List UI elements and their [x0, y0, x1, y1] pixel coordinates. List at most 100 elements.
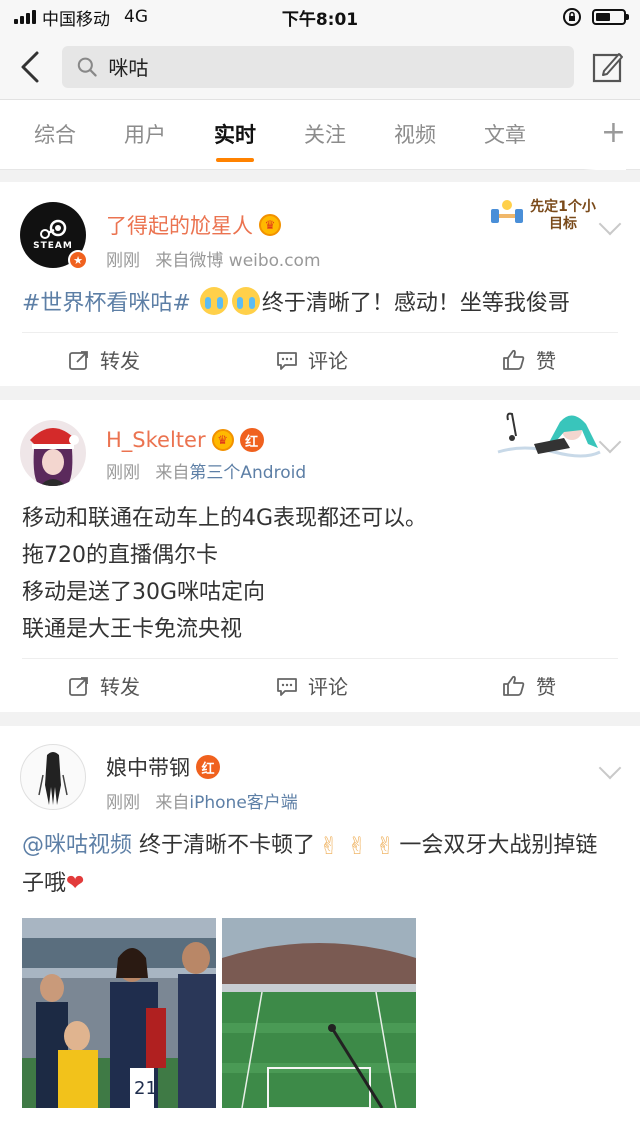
post-card: 娘中带钢 红 刚刚 来自iPhone客户端 @咪咕视频 终于清晰不卡顿了 ✌ ✌ ✌ 一… — [0, 726, 640, 1137]
crying-emoji-icon — [199, 287, 228, 315]
miku-sticker-icon — [497, 412, 601, 458]
victory-hand-icon: ✌ — [319, 832, 340, 860]
post-time: 刚刚 — [106, 251, 140, 271]
hashtag-link[interactable]: #世界杯看咪咕# — [22, 291, 191, 316]
comment-button[interactable]: 评论 — [231, 333, 394, 386]
repost-button[interactable]: 转发 — [22, 659, 231, 712]
search-input[interactable] — [108, 54, 560, 79]
post-card: H_Skelter ♛ 红 刚刚 来自第三个Android 移动和联通在动车上的… — [0, 400, 640, 712]
comment-label: 评论 — [308, 675, 348, 699]
repost-icon — [69, 676, 88, 696]
name-line: H_Skelter ♛ 红 — [106, 428, 306, 452]
back-button[interactable] — [12, 47, 48, 87]
user-name[interactable]: 娘中带钢 — [106, 752, 190, 782]
tab-users[interactable]: 用户 — [100, 100, 190, 170]
repost-label: 转发 — [100, 349, 140, 373]
avatar[interactable] — [20, 744, 86, 810]
post-meta: H_Skelter ♛ 红 刚刚 来自第三个Android — [106, 420, 306, 486]
battery-icon — [592, 9, 629, 25]
post-card: STEAM ★ 了得起的尬星人 ♛ 刚刚 来自微博 weibo.com 先定1个… — [0, 182, 640, 386]
status-bar: 中国移动 4G 下午8:01 — [0, 0, 640, 34]
source-link[interactable]: 第三个Android — [189, 463, 306, 483]
post-photo-stadium[interactable] — [222, 918, 416, 1108]
post-photo-players[interactable]: 21 — [22, 918, 216, 1108]
mention-link[interactable]: @咪咕视频 — [22, 833, 132, 858]
like-button[interactable]: 赞 — [393, 333, 618, 386]
post-actions: 转发 评论 赞 — [22, 658, 618, 712]
sticker-text: 先定1个小目标 — [530, 199, 596, 232]
status-right — [562, 7, 629, 27]
source-link[interactable]: iPhone客户端 — [189, 793, 297, 813]
post-header: 娘中带钢 红 刚刚 来自iPhone客户端 — [0, 726, 640, 813]
tab-video[interactable]: 视频 — [370, 100, 460, 170]
comment-icon — [277, 677, 297, 696]
post-source: 刚刚 来自微博 weibo.com — [106, 246, 321, 271]
like-label: 赞 — [536, 675, 557, 699]
thumbs-up-icon — [503, 349, 525, 370]
card-sticker — [494, 408, 604, 460]
heart-icon: ❤ — [66, 871, 85, 896]
signal-icon — [14, 10, 36, 24]
red-badge-icon: 红 — [196, 755, 220, 779]
avatar[interactable] — [20, 420, 86, 486]
like-button[interactable]: 赞 — [393, 659, 618, 712]
crown-badge-icon: ♛ — [259, 214, 281, 236]
stadium-photo-image — [222, 918, 416, 1108]
source-prefix: 来自 — [155, 463, 190, 483]
avatar-text: STEAM — [33, 241, 73, 251]
thumbs-up-icon — [503, 675, 525, 696]
card-sticker: 先定1个小目标 — [488, 190, 600, 242]
post-meta: 了得起的尬星人 ♛ 刚刚 来自微博 weibo.com — [106, 202, 321, 271]
chevron-down-icon[interactable] — [598, 756, 622, 780]
tab-comprehensive[interactable]: 综合 — [10, 100, 100, 170]
players-photo-image: 21 — [22, 918, 216, 1108]
post-text: 移动和联通在动车上的4G表现都还可以。 拖720的直播偶尔卡 移动是送了30G咪… — [0, 486, 640, 658]
post-header: H_Skelter ♛ 红 刚刚 来自第三个Android — [0, 400, 640, 486]
crying-emoji-icon — [231, 287, 260, 315]
network-label: 4G — [124, 7, 148, 27]
search-tabs: 综合 用户 实时 关注 视频 文章 + — [0, 100, 640, 170]
post-meta: 娘中带钢 红 刚刚 来自iPhone客户端 — [106, 744, 298, 813]
user-name[interactable]: 了得起的尬星人 — [106, 210, 253, 240]
ink-figure-avatar-image — [38, 752, 68, 805]
chevron-left-icon — [21, 51, 39, 82]
anime-avatar-image — [30, 428, 79, 486]
post-source: 刚刚 来自iPhone客户端 — [106, 788, 298, 813]
post-line: 拖720的直播偶尔卡 — [22, 543, 218, 568]
source-text: 来自微博 weibo.com — [155, 251, 321, 271]
carrier-label: 中国移动 — [42, 9, 110, 30]
name-line: 娘中带钢 红 — [106, 752, 298, 782]
tab-articles[interactable]: 文章 — [460, 100, 550, 170]
repost-button[interactable]: 转发 — [22, 333, 231, 386]
status-left: 中国移动 4G — [14, 5, 148, 30]
comment-label: 评论 — [308, 349, 348, 373]
feed: STEAM ★ 了得起的尬星人 ♛ 刚刚 来自微博 weibo.com 先定1个… — [0, 170, 640, 1137]
tab-realtime[interactable]: 实时 — [190, 100, 280, 170]
compose-button[interactable] — [588, 47, 628, 87]
add-tab-button[interactable]: + — [582, 100, 626, 170]
post-body-1: 终于清晰不卡顿了 — [139, 833, 316, 858]
avatar[interactable]: STEAM ★ — [20, 202, 88, 270]
jersey-number: 21 — [134, 1078, 157, 1099]
post-pictures: 21 — [0, 912, 640, 1108]
orientation-lock-icon — [563, 8, 581, 26]
post-text: #世界杯看咪咕# 终于清晰了！感动！坐等我俊哥 — [0, 271, 640, 332]
post-actions: 转发 评论 赞 — [22, 332, 618, 386]
search-icon — [77, 57, 97, 77]
user-name[interactable]: H_Skelter — [106, 428, 206, 452]
repost-icon — [69, 350, 88, 370]
chevron-down-icon[interactable] — [598, 212, 622, 236]
post-line: 移动是送了30G咪咕定向 — [22, 580, 266, 605]
post-time: 刚刚 — [106, 463, 140, 483]
search-box[interactable] — [62, 45, 574, 88]
red-badge-icon: 红 — [239, 428, 264, 452]
post-text: @咪咕视频 终于清晰不卡顿了 ✌ ✌ ✌ 一会双牙大战别掉链子哦❤ — [0, 813, 640, 912]
name-line: 了得起的尬星人 ♛ — [106, 210, 321, 240]
post-source: 刚刚 来自第三个Android — [106, 458, 306, 483]
comment-icon — [277, 351, 297, 370]
tab-following[interactable]: 关注 — [280, 100, 370, 170]
comment-button[interactable]: 评论 — [231, 659, 394, 712]
source-prefix: 来自 — [155, 793, 190, 813]
post-header: STEAM ★ 了得起的尬星人 ♛ 刚刚 来自微博 weibo.com 先定1个… — [0, 182, 640, 271]
search-header — [0, 34, 640, 100]
